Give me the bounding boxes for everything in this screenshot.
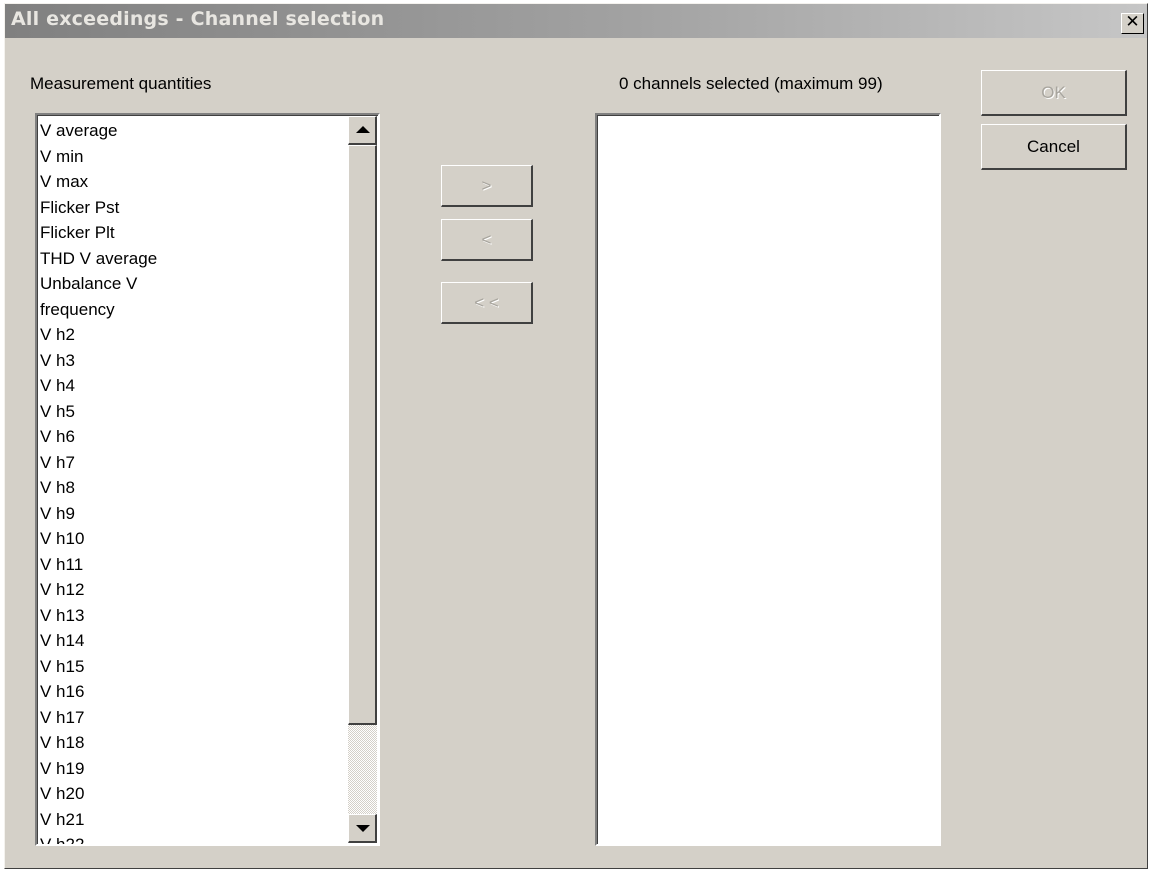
list-item[interactable]: V h21 <box>40 807 352 833</box>
list-item[interactable]: V h10 <box>40 526 352 552</box>
title-bar: All exceedings - Channel selection ✕ <box>5 4 1147 38</box>
list-item[interactable]: V h5 <box>40 399 352 425</box>
add-channel-button[interactable]: > <box>441 165 533 207</box>
list-item[interactable]: V h11 <box>40 552 352 578</box>
list-item[interactable]: frequency <box>40 297 352 323</box>
list-item[interactable]: V h13 <box>40 603 352 629</box>
selected-channels-list[interactable] <box>595 113 941 846</box>
cancel-button[interactable]: Cancel <box>981 124 1127 170</box>
ok-button[interactable]: OK <box>981 70 1127 116</box>
list-item[interactable]: V h7 <box>40 450 352 476</box>
list-item[interactable]: V min <box>40 144 352 170</box>
scrollbar-thumb[interactable] <box>348 145 377 725</box>
list-item[interactable]: V h15 <box>40 654 352 680</box>
list-item[interactable]: V h4 <box>40 373 352 399</box>
list-item[interactable]: V h22 <box>40 832 352 844</box>
list-item[interactable]: THD V average <box>40 246 352 272</box>
list-item[interactable]: Flicker Plt <box>40 220 352 246</box>
measurement-quantities-list[interactable]: V average V min V max Flicker Pst Flicker Pl… <box>35 113 380 846</box>
window-title: All exceedings - Channel selection <box>11 8 385 30</box>
list-item[interactable]: V max <box>40 169 352 195</box>
list-item[interactable]: V h12 <box>40 577 352 603</box>
list-item[interactable]: V h9 <box>40 501 352 527</box>
close-icon[interactable]: ✕ <box>1121 13 1144 34</box>
measurement-quantities-items: V average V min V max Flicker Pst Flicker Pl… <box>40 118 352 844</box>
list-item[interactable]: Unbalance V <box>40 271 352 297</box>
list-item[interactable]: V h2 <box>40 322 352 348</box>
scroll-up-arrow-icon[interactable] <box>348 116 377 145</box>
list-item[interactable]: V h14 <box>40 628 352 654</box>
list-item[interactable]: V h17 <box>40 705 352 731</box>
remove-all-channels-button[interactable]: < < <box>441 282 533 324</box>
list-item[interactable]: V h20 <box>40 781 352 807</box>
remove-channel-button[interactable]: < <box>441 219 533 261</box>
list-item[interactable]: V average <box>40 118 352 144</box>
list-item[interactable]: V h3 <box>40 348 352 374</box>
channel-selection-dialog: All exceedings - Channel selection ✕ Mea… <box>4 3 1148 869</box>
list-item[interactable]: V h6 <box>40 424 352 450</box>
list-item[interactable]: Flicker Pst <box>40 195 352 221</box>
list-item[interactable]: V h18 <box>40 730 352 756</box>
scroll-down-arrow-icon[interactable] <box>348 814 377 843</box>
list-item[interactable]: V h16 <box>40 679 352 705</box>
vertical-scrollbar[interactable] <box>348 116 377 843</box>
measurement-quantities-label: Measurement quantities <box>30 74 212 93</box>
list-item[interactable]: V h19 <box>40 756 352 782</box>
channels-selected-label: 0 channels selected (maximum 99) <box>619 74 883 93</box>
list-item[interactable]: V h8 <box>40 475 352 501</box>
